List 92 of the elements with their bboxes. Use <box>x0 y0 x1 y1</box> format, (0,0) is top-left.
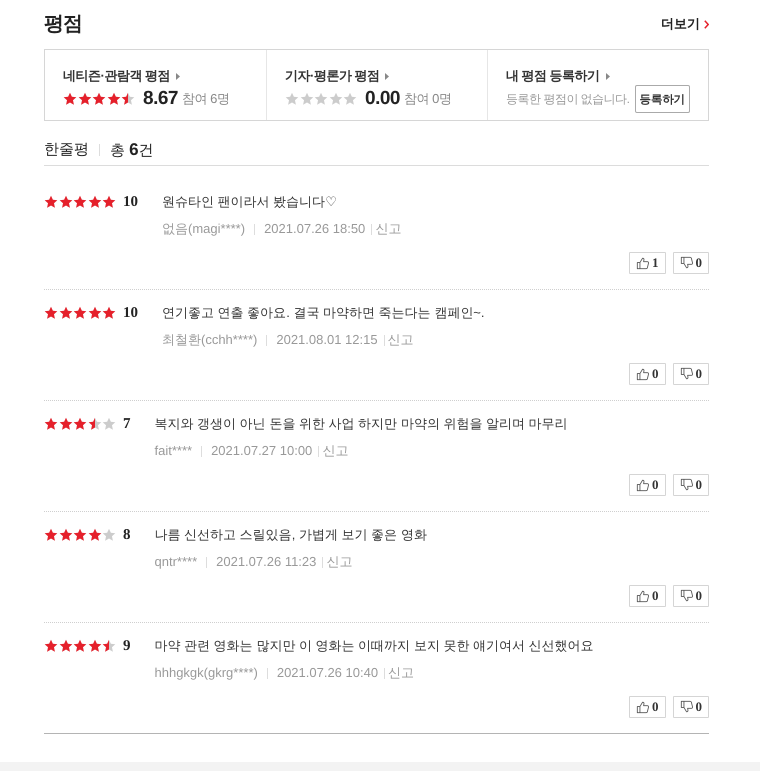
rating-category-link[interactable]: 네티즌·관람객 평점 <box>63 68 180 84</box>
average-score: 8.67 <box>143 88 178 110</box>
star-icon <box>44 417 58 431</box>
review-text: 복지와 갱생이 아닌 돈을 위한 사업 하지만 마약의 위험을 알리며 마무리 <box>154 415 569 433</box>
review-score: 10 <box>123 193 138 211</box>
star-icon <box>300 92 314 106</box>
review-score: 9 <box>123 637 130 655</box>
author-name: fait**** <box>154 442 192 460</box>
review-text: 마약 관련 영화는 많지만 이 영화는 이때까지 보지 못한 얘기여서 신선했어요 <box>154 637 595 655</box>
chevron-right-icon <box>704 20 709 28</box>
author-name: hhhgkgk(gkrg****) <box>154 664 258 682</box>
register-button[interactable]: 등록하기 <box>634 85 690 113</box>
star-icon <box>63 92 77 106</box>
author-name: qntr**** <box>154 553 198 571</box>
review-date: 2021.07.26 18:50 <box>264 220 366 238</box>
thumbs-up-icon <box>636 589 650 603</box>
star-icon <box>58 639 72 653</box>
review-score: 8 <box>123 526 130 544</box>
star-icon <box>58 528 72 542</box>
no-rating-message: 등록한 평점이 없습니다. <box>506 90 630 108</box>
star-icon <box>73 417 87 431</box>
star-icon <box>73 528 87 542</box>
author-name: 없음(magi****) <box>162 220 246 238</box>
like-button[interactable]: 0 <box>629 585 666 607</box>
star-icon <box>44 195 58 209</box>
rating-category-link[interactable]: 기자·평론가 평점 <box>285 68 390 84</box>
register-rating-link[interactable]: 내 평점 등록하기 <box>506 68 610 84</box>
like-button[interactable]: 0 <box>629 474 666 496</box>
star-icon <box>92 92 106 106</box>
thumbs-up-icon <box>636 256 650 270</box>
dislike-button[interactable]: 0 <box>672 474 709 496</box>
star-icon <box>73 306 87 320</box>
thumbs-down-icon <box>680 367 694 381</box>
star-icon <box>102 528 116 542</box>
star-icon <box>102 195 116 209</box>
thumbs-up-icon <box>636 478 650 492</box>
thumbs-up-icon <box>636 367 650 381</box>
dislike-button[interactable]: 0 <box>672 363 709 385</box>
review-text: 나름 신선하고 스릴있음, 가볍게 보기 좋은 영화 <box>154 526 428 544</box>
star-icon <box>44 639 58 653</box>
participant-count: 참여 0명 <box>404 90 452 108</box>
star-icon <box>88 417 102 431</box>
star-icon <box>88 639 102 653</box>
star-icon <box>88 195 102 209</box>
review-score: 10 <box>123 304 138 322</box>
dislike-button[interactable]: 0 <box>672 585 709 607</box>
like-button[interactable]: 0 <box>629 696 666 718</box>
star-icon <box>88 528 102 542</box>
star-icon <box>58 195 72 209</box>
star-icon <box>58 417 72 431</box>
star-icon <box>58 306 72 320</box>
star-icon <box>314 92 328 106</box>
review-text: 연기좋고 연출 좋아요. 결국 마약하면 죽는다는 캠페인~. <box>162 304 486 322</box>
review-count: 총 6건 <box>110 138 154 160</box>
like-button[interactable]: 0 <box>629 363 666 385</box>
star-icon <box>73 195 87 209</box>
star-icon <box>102 417 116 431</box>
star-icon <box>328 92 342 106</box>
section-title: 평점 <box>44 12 82 36</box>
caret-right-icon <box>176 72 180 80</box>
thumbs-down-icon <box>680 478 694 492</box>
review-score: 7 <box>123 415 130 433</box>
dislike-button[interactable]: 0 <box>672 252 709 274</box>
star-icon <box>73 639 87 653</box>
thumbs-down-icon <box>680 700 694 714</box>
author-name: 최철환(cchh****) <box>162 331 258 349</box>
more-link[interactable]: 더보기 <box>661 16 709 32</box>
thumbs-up-icon <box>636 700 650 714</box>
star-icon <box>106 92 120 106</box>
participant-count: 참여 6명 <box>182 90 230 108</box>
thumbs-down-icon <box>680 589 694 603</box>
review-date: 2021.07.27 10:00 <box>211 442 312 460</box>
caret-right-icon <box>385 72 390 80</box>
review-date: 2021.08.01 12:15 <box>276 331 378 349</box>
star-icon <box>44 528 58 542</box>
caret-right-icon <box>606 72 610 80</box>
star-icon <box>121 92 135 106</box>
dislike-button[interactable]: 0 <box>672 696 709 718</box>
review-text: 원슈타인 팬이라서 봤습니다♡ <box>162 193 338 211</box>
reviews-title: 한줄평 <box>44 140 89 160</box>
star-icon <box>102 306 116 320</box>
star-icon <box>78 92 92 106</box>
like-button[interactable]: 1 <box>629 252 666 274</box>
review-date: 2021.07.26 10:40 <box>276 664 378 682</box>
star-icon <box>88 306 102 320</box>
average-score: 0.00 <box>365 88 400 110</box>
star-icon <box>102 639 116 653</box>
star-icon <box>285 92 299 106</box>
thumbs-down-icon <box>680 256 694 270</box>
review-date: 2021.07.26 11:23 <box>216 553 316 571</box>
star-icon <box>343 92 357 106</box>
star-icon <box>44 306 58 320</box>
